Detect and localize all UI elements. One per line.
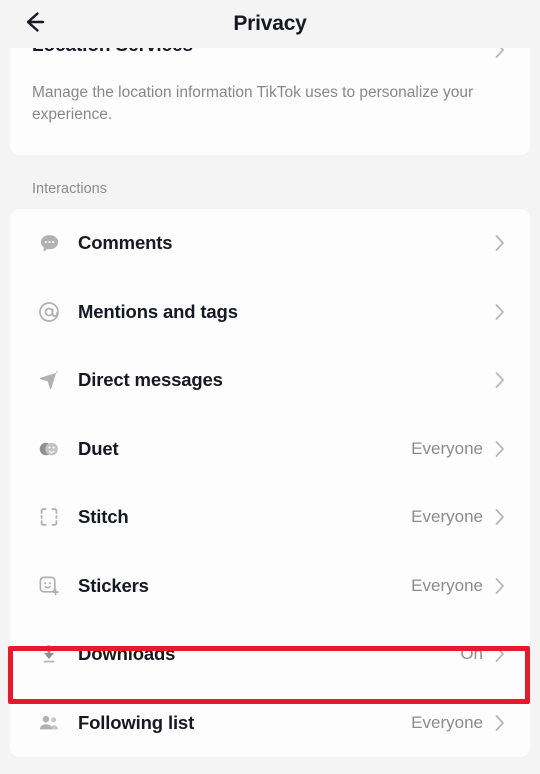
location-services-label: Location Services bbox=[32, 48, 193, 57]
back-button[interactable] bbox=[14, 4, 54, 44]
list-item-label: Downloads bbox=[78, 643, 176, 665]
sticker-smiley-icon bbox=[36, 573, 62, 599]
people-group-icon bbox=[36, 710, 62, 736]
download-arrow-icon bbox=[36, 641, 62, 667]
duet-circles-icon bbox=[36, 436, 62, 462]
list-item-value: Everyone bbox=[411, 712, 483, 732]
list-item-label: Duet bbox=[78, 437, 119, 459]
chevron-right-icon bbox=[494, 507, 506, 527]
interactions-card: Comments Mentions and tags Direct messag… bbox=[10, 209, 530, 757]
list-item-duet[interactable]: Duet Everyone bbox=[10, 414, 530, 483]
chevron-right-icon bbox=[494, 370, 506, 390]
list-item-following-list[interactable]: Following list Everyone bbox=[10, 688, 530, 757]
list-item-stitch[interactable]: Stitch Everyone bbox=[10, 483, 530, 552]
list-item-direct-messages[interactable]: Direct messages bbox=[10, 346, 530, 415]
list-item-value: On bbox=[460, 644, 483, 664]
list-item-label: Direct messages bbox=[78, 369, 223, 391]
chevron-right-icon bbox=[494, 713, 506, 733]
chevron-right-icon bbox=[494, 439, 506, 459]
list-item-value: Everyone bbox=[411, 575, 483, 595]
list-item-stickers[interactable]: Stickers Everyone bbox=[10, 551, 530, 620]
list-item-mentions-and-tags[interactable]: Mentions and tags bbox=[10, 277, 530, 346]
list-item-label: Comments bbox=[78, 232, 173, 254]
list-item-label: Stickers bbox=[78, 574, 149, 596]
list-item-downloads[interactable]: Downloads On bbox=[10, 620, 530, 689]
location-services-description: Manage the location information TikTok u… bbox=[32, 84, 474, 124]
location-services-card: Location Services Manage the location in… bbox=[10, 48, 530, 155]
list-item-label: Following list bbox=[78, 711, 195, 733]
app-header: Privacy bbox=[0, 0, 540, 48]
list-item-value: Everyone bbox=[411, 438, 483, 458]
chevron-right-icon bbox=[494, 576, 506, 596]
page-title: Privacy bbox=[233, 12, 307, 35]
list-item-value: Everyone bbox=[411, 507, 483, 527]
list-item-comments[interactable]: Comments bbox=[10, 209, 530, 278]
chevron-right-icon bbox=[494, 644, 506, 664]
comment-bubble-icon bbox=[36, 230, 62, 256]
settings-scroll-area[interactable]: Location Services Manage the location in… bbox=[0, 48, 540, 774]
chevron-right-icon bbox=[494, 302, 506, 322]
paper-plane-icon bbox=[36, 367, 62, 393]
section-label-interactions: Interactions bbox=[32, 181, 107, 197]
at-mention-icon bbox=[36, 299, 62, 325]
arrow-left-icon bbox=[21, 9, 47, 40]
chevron-right-icon bbox=[494, 233, 506, 253]
chevron-right-icon bbox=[494, 48, 506, 65]
location-services-row[interactable]: Location Services bbox=[10, 48, 530, 68]
list-item-label: Stitch bbox=[78, 506, 129, 528]
list-item-label: Mentions and tags bbox=[78, 300, 238, 322]
stitch-brackets-icon bbox=[36, 504, 62, 530]
